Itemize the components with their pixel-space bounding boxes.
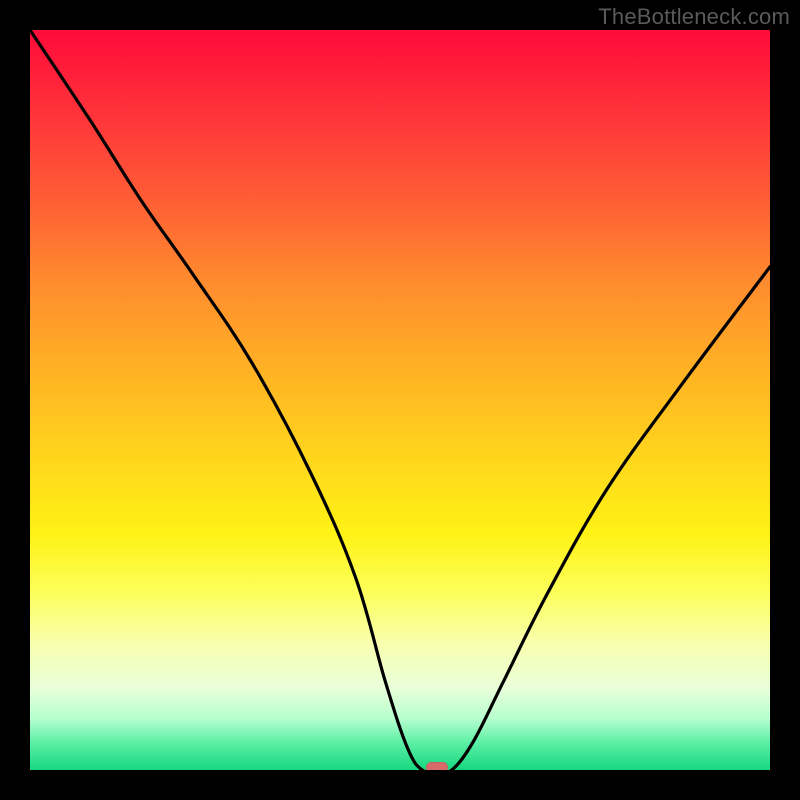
chart-frame: TheBottleneck.com: [0, 0, 800, 800]
watermark-text: TheBottleneck.com: [598, 4, 790, 30]
bottleneck-curve: [30, 30, 770, 770]
plot-area: [30, 30, 770, 770]
optimal-point-marker: [426, 762, 448, 770]
